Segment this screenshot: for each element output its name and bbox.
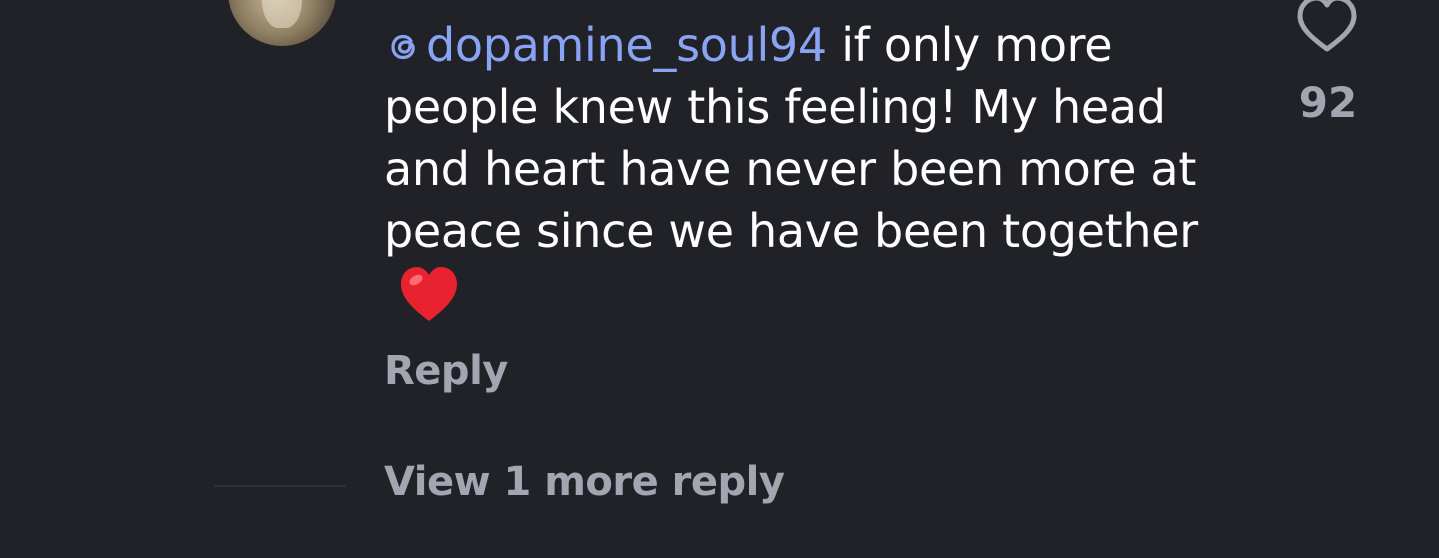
threads-icon xyxy=(391,34,415,60)
mention-username: dopamine_soul94 xyxy=(426,18,827,72)
reply-button[interactable]: Reply xyxy=(384,348,508,394)
heart-emoji-icon xyxy=(401,267,457,321)
mention-link[interactable]: dopamine_soul94 xyxy=(384,18,827,72)
comment-body: dopamine_soul94 if only more people knew… xyxy=(384,14,1234,325)
avatar[interactable] xyxy=(228,0,336,46)
comment-thread: dopamine_soul94 if only more people knew… xyxy=(0,0,1439,558)
view-more-replies-button[interactable]: View 1 more reply xyxy=(384,459,785,505)
divider xyxy=(214,485,346,487)
like-count: 92 xyxy=(1298,78,1358,127)
heart-outline-icon[interactable] xyxy=(1294,0,1360,52)
